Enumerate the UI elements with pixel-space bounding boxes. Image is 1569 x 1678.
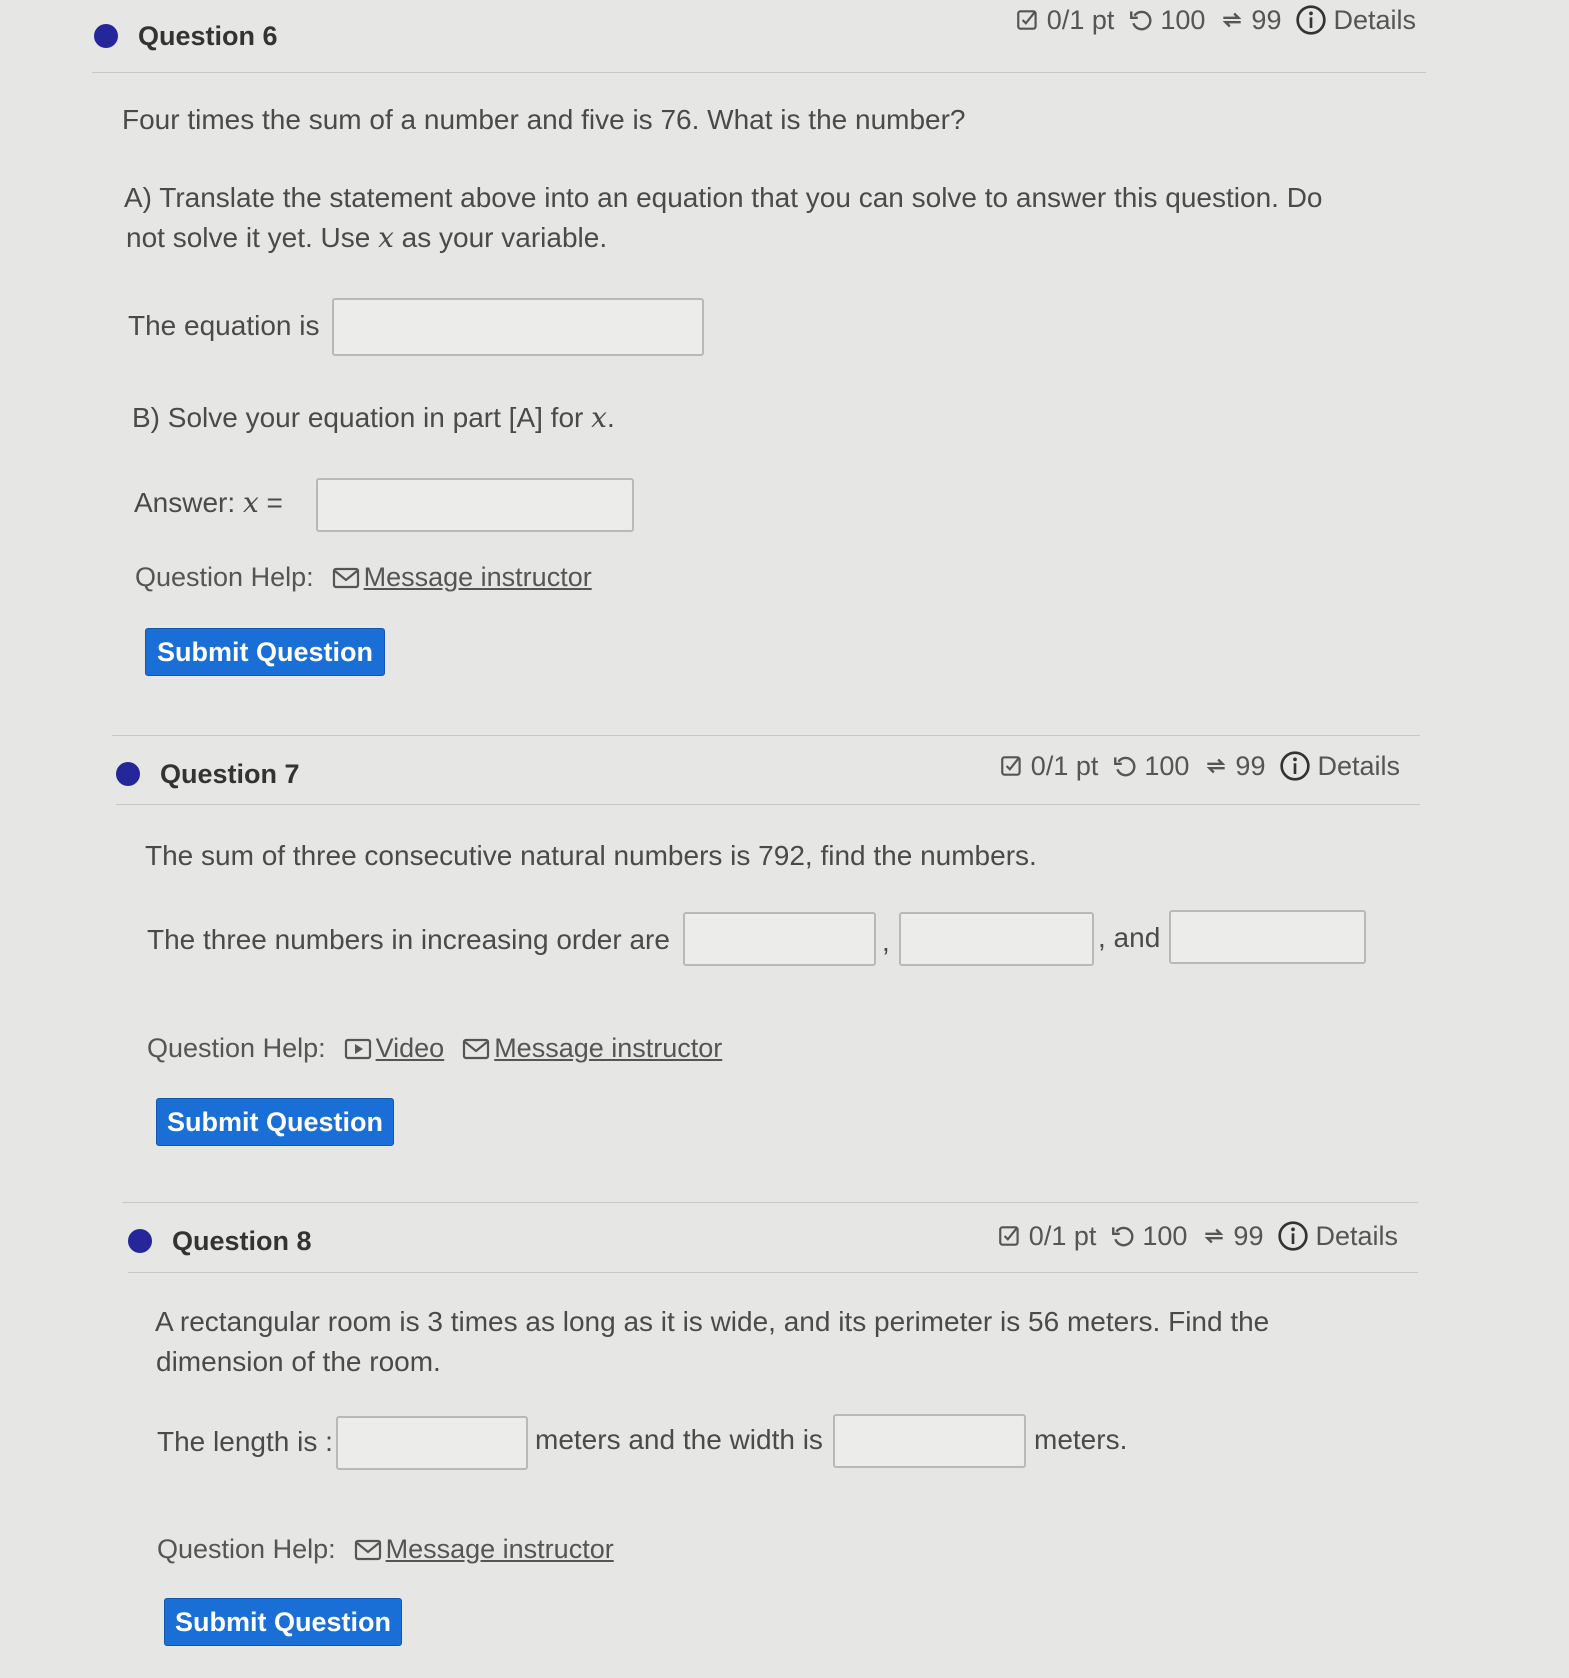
q7-help: Question Help: Video Message instructor — [147, 1033, 723, 1064]
q7-comma: , — [882, 926, 890, 957]
q8-message-instructor-link[interactable]: Message instructor — [354, 1534, 614, 1565]
q6-answer-label: Answer: x = — [134, 486, 283, 519]
q7-header: Question 7 0/1 pt 100 99 Details — [116, 744, 1420, 805]
q6-partA-line1: A) Translate the statement above into an… — [124, 182, 1323, 213]
info-icon — [1278, 1221, 1309, 1251]
q7-video-link[interactable]: Video — [344, 1033, 444, 1064]
q6-prompt: Four times the sum of a number and five … — [122, 104, 966, 135]
q8-prompt-line1: A rectangular room is 3 times as long as… — [155, 1306, 1270, 1337]
video-icon — [344, 1038, 371, 1059]
q8-submit-button[interactable]: Submit Question — [164, 1598, 402, 1646]
checkbox-icon — [1000, 756, 1021, 776]
q7-attempts: 99 — [1203, 751, 1265, 782]
q8-meters-end: meters. — [1034, 1424, 1128, 1455]
q6-score: 0/1 pt — [1015, 5, 1114, 36]
q7-meta: 0/1 pt 100 99 Details — [999, 750, 1400, 782]
q7-comma-and: , and — [1098, 922, 1161, 953]
q6-equation-label: The equation is — [128, 310, 320, 341]
q7-numbers-label: The three numbers in increasing order ar… — [147, 924, 670, 955]
q8-prompt-line2: dimension of the room. — [156, 1346, 441, 1377]
q8-attempts: 99 — [1201, 1221, 1263, 1252]
mail-icon — [354, 1539, 381, 1560]
q7-top-separator — [112, 735, 1420, 736]
q6-message-instructor-link[interactable]: Message instructor — [332, 562, 592, 593]
checkbox-icon — [1016, 10, 1037, 30]
q6-partA-line2: not solve it yet. Use x as your variable… — [126, 221, 608, 254]
q6-attempts: 99 — [1219, 5, 1281, 36]
q6-details-link[interactable]: Details — [1295, 4, 1416, 36]
mail-icon — [332, 567, 359, 588]
length-input[interactable] — [336, 1416, 528, 1470]
width-input[interactable] — [833, 1414, 1026, 1468]
answer-input[interactable] — [316, 478, 634, 532]
refresh-icon — [1207, 758, 1226, 774]
q7-score: 0/1 pt — [999, 751, 1098, 782]
q6-meta: 0/1 pt 100 99 Details — [1015, 4, 1416, 36]
number1-input[interactable] — [683, 912, 876, 966]
q8-help: Question Help: Message instructor — [157, 1534, 614, 1565]
q6-header: Question 6 0/1 pt 100 99 Details — [92, 0, 1426, 73]
q8-details-link[interactable]: Details — [1277, 1220, 1398, 1252]
q8-length-label: The length is : — [157, 1426, 333, 1457]
q7-details-link[interactable]: Details — [1279, 750, 1400, 782]
refresh-icon — [1205, 1228, 1224, 1244]
q8-top-separator — [122, 1202, 1418, 1203]
q8-retries: 100 — [1110, 1221, 1187, 1252]
q7-retries: 100 — [1112, 751, 1189, 782]
mail-icon — [463, 1038, 490, 1059]
q8-header: Question 8 0/1 pt 100 99 Details — [128, 1210, 1418, 1273]
q8-width-label: meters and the width is — [535, 1424, 823, 1455]
refresh-icon — [1223, 12, 1242, 28]
q6-bullet — [94, 24, 118, 48]
q6-partB: B) Solve your equation in part [A] for x… — [132, 401, 615, 434]
q8-bullet — [128, 1229, 152, 1253]
q7-bullet — [116, 762, 140, 786]
q6-help: Question Help: Message instructor — [135, 562, 592, 593]
q6-title: Question 6 — [138, 20, 278, 51]
info-icon — [1280, 751, 1311, 781]
info-icon — [1296, 5, 1327, 35]
retry-icon — [1130, 10, 1152, 31]
q8-score: 0/1 pt — [997, 1221, 1096, 1252]
q7-prompt: The sum of three consecutive natural num… — [145, 840, 1037, 871]
number2-input[interactable] — [899, 912, 1094, 966]
q8-title: Question 8 — [172, 1225, 312, 1256]
q7-message-instructor-link[interactable]: Message instructor — [462, 1033, 722, 1064]
retry-icon — [1114, 756, 1136, 777]
equation-input[interactable] — [332, 298, 704, 356]
checkbox-icon — [998, 1226, 1019, 1246]
q8-meta: 0/1 pt 100 99 Details — [997, 1220, 1398, 1252]
q7-submit-button[interactable]: Submit Question — [156, 1098, 394, 1146]
q6-retries: 100 — [1128, 5, 1205, 36]
q7-title: Question 7 — [160, 758, 300, 789]
q6-submit-button[interactable]: Submit Question — [145, 628, 385, 676]
number3-input[interactable] — [1169, 910, 1366, 964]
retry-icon — [1112, 1226, 1134, 1247]
